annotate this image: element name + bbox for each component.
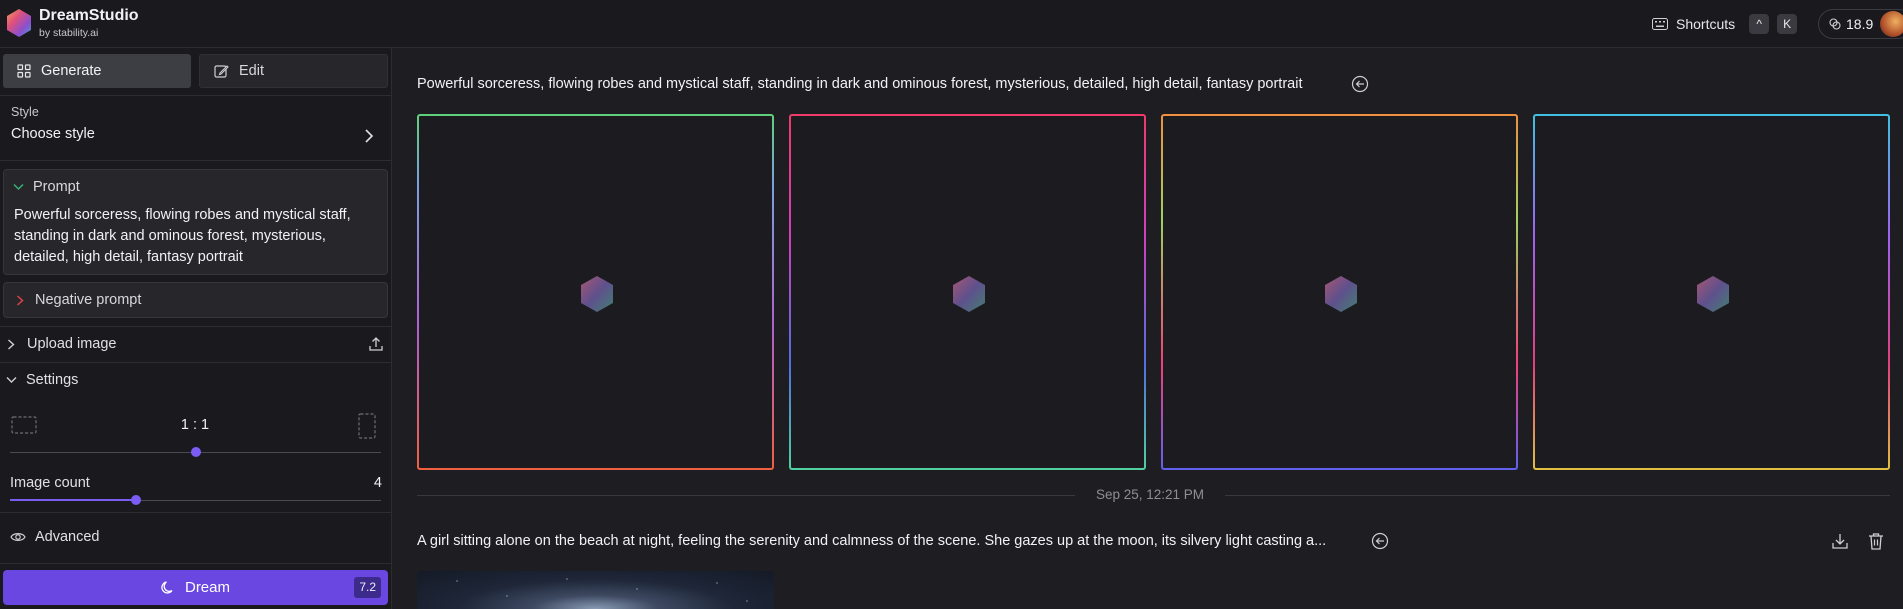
dream-button[interactable]: Dream 7.2 (3, 570, 388, 605)
portrait-aspect-icon[interactable] (358, 413, 376, 439)
loading-logo-icon (953, 276, 985, 312)
loading-logo-icon (1325, 276, 1357, 312)
timeline-divider (417, 495, 1075, 496)
reuse-prompt-icon[interactable] (1371, 532, 1389, 550)
grid-icon (17, 64, 31, 78)
style-value: Choose style (11, 126, 95, 142)
chevron-down-icon (13, 183, 24, 191)
image-count-label: Image count (10, 475, 90, 491)
tab-edit[interactable]: Edit (199, 54, 388, 88)
image-count-slider[interactable] (10, 494, 381, 506)
settings-label: Settings (26, 372, 79, 388)
style-label: Style (11, 105, 39, 119)
generated-image-slot[interactable] (789, 114, 1146, 470)
shortcut-key-k: K (1777, 14, 1798, 34)
trash-icon[interactable] (1868, 532, 1884, 550)
eye-icon (10, 533, 26, 541)
dreamstudio-logo-icon[interactable] (4, 8, 34, 38)
aspect-slider-thumb[interactable] (190, 447, 201, 457)
edit-icon (214, 64, 229, 78)
sidebar: Generate Edit Style Choose style Prompt … (0, 48, 392, 609)
prompt-panel[interactable]: Prompt Powerful sorceress, flowing robes… (3, 169, 388, 275)
chevron-down-icon (6, 377, 17, 383)
style-selector[interactable]: Style Choose style (0, 96, 390, 150)
credits-icon (1829, 18, 1841, 30)
prompt-textarea[interactable]: Powerful sorceress, flowing robes and my… (14, 205, 379, 268)
prompt-header[interactable]: Prompt (13, 179, 80, 195)
divider (0, 512, 392, 513)
app-name: DreamStudio (39, 7, 139, 24)
generation-prompt: Powerful sorceress, flowing robes and my… (417, 76, 1303, 92)
landscape-aspect-icon[interactable] (11, 416, 37, 434)
divider (0, 160, 392, 161)
generation-prompt: A girl sitting alone on the beach at nig… (417, 533, 1327, 549)
loading-logo-icon (581, 276, 613, 312)
generation-timestamp: Sep 25, 12:21 PM (1095, 487, 1205, 502)
image-count-value: 4 (373, 475, 382, 491)
generated-image-thumbnail[interactable] (417, 571, 774, 609)
divider (0, 563, 392, 564)
aspect-ratio-value: 1 : 1 (180, 417, 210, 433)
credits-value: 18.9 (1846, 16, 1874, 32)
top-bar: DreamStudio by stability.ai Shortcuts ^ … (0, 0, 1903, 48)
shortcut-key-ctrl: ^ (1749, 14, 1770, 34)
night-sky-image (417, 571, 774, 609)
timeline-divider (1225, 495, 1890, 496)
upload-icon[interactable] (368, 336, 384, 352)
negative-prompt-panel[interactable]: Negative prompt (3, 282, 388, 318)
generated-image-slot[interactable] (1533, 114, 1890, 470)
generated-image-slot[interactable] (417, 114, 774, 470)
chevron-right-icon (8, 338, 15, 350)
reuse-prompt-icon[interactable] (1351, 75, 1369, 93)
upload-image-label: Upload image (27, 336, 117, 352)
loading-logo-icon (1697, 276, 1729, 312)
image-count-slider-fill (10, 499, 137, 501)
tab-generate-label: Generate (41, 63, 102, 79)
shortcuts-label: Shortcuts (1676, 16, 1736, 32)
advanced-toggle[interactable]: Advanced (10, 529, 100, 545)
upload-image-row[interactable]: Upload image (0, 327, 390, 361)
tab-edit-label: Edit (239, 63, 264, 79)
moon-icon (161, 581, 173, 594)
dream-cost-badge: 7.2 (354, 577, 381, 598)
download-icon[interactable] (1831, 532, 1849, 550)
image-count-slider-thumb[interactable] (131, 495, 142, 505)
aspect-ratio-slider[interactable] (10, 446, 381, 458)
shortcuts-button[interactable]: Shortcuts ^ K (1652, 12, 1798, 36)
prompt-label: Prompt (33, 179, 80, 195)
chevron-right-icon (16, 294, 24, 306)
negative-prompt-label: Negative prompt (35, 292, 142, 308)
user-avatar[interactable] (1880, 11, 1903, 37)
dream-button-label: Dream (184, 579, 230, 596)
app-byline: by stability.ai (39, 27, 99, 39)
keyboard-icon (1652, 18, 1668, 30)
tab-generate[interactable]: Generate (3, 54, 191, 88)
advanced-label: Advanced (35, 529, 100, 545)
generated-image-slot[interactable] (1161, 114, 1518, 470)
settings-header[interactable]: Settings (0, 363, 390, 397)
chevron-right-icon (365, 129, 374, 143)
